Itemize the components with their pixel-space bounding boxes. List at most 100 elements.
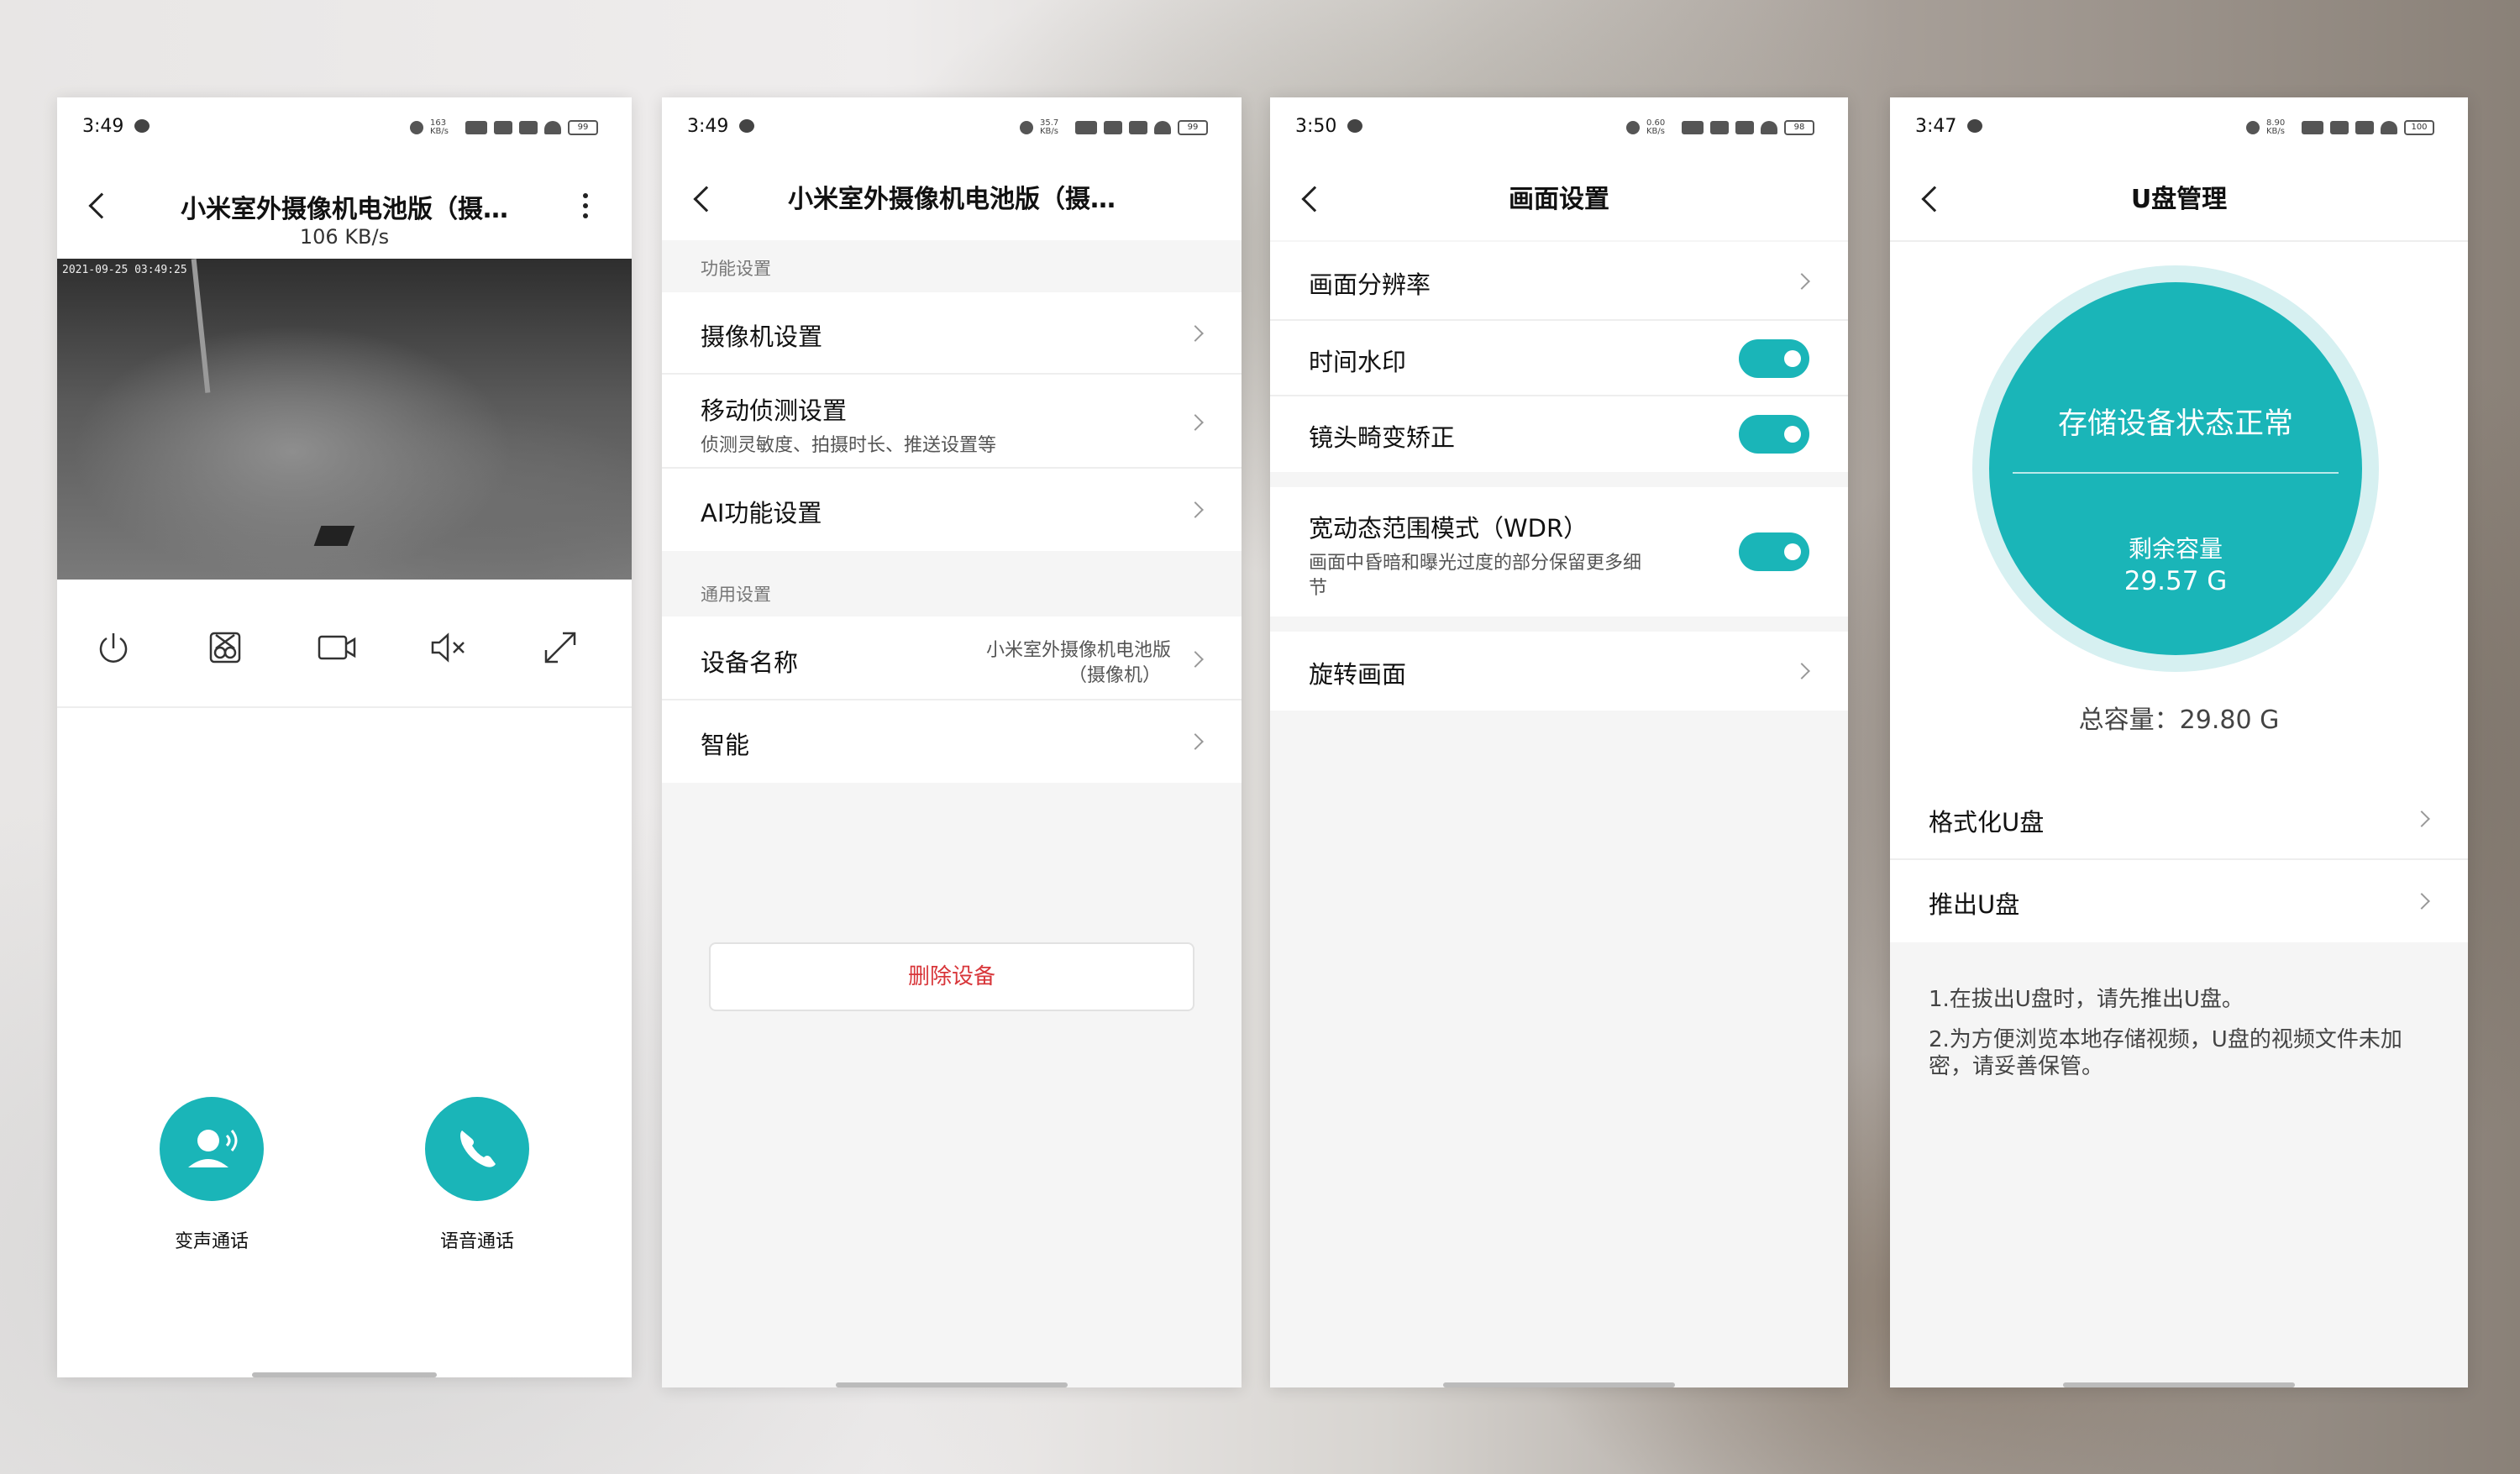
wechat-icon xyxy=(134,119,150,133)
pinwheel-icon[interactable] xyxy=(204,627,246,669)
status-time: 3:50 xyxy=(1295,116,1337,137)
chevron-right-icon xyxy=(1793,273,1810,290)
signal-icon xyxy=(1104,121,1122,134)
total-capacity: 总容量：29.80 G xyxy=(2078,706,2280,735)
section-header: 功能设置 xyxy=(701,259,771,279)
divider xyxy=(57,706,632,708)
wifi-icon xyxy=(1761,121,1777,134)
divider xyxy=(2013,472,2339,474)
motion-detection-row[interactable]: 移动侦测设置 侦测灵敏度、拍摄时长、推送设置等 xyxy=(662,375,1242,469)
motion-detection-label: 移动侦测设置 xyxy=(701,396,848,425)
voice-call-label: 语音通话 xyxy=(439,1231,514,1252)
remaining-capacity-label: 剩余容量 xyxy=(2128,535,2223,563)
camera-settings-label: 摄像机设置 xyxy=(701,323,823,351)
camera-settings-row[interactable]: 摄像机设置 xyxy=(662,292,1242,375)
status-icons: 35.7 KB/s 99 xyxy=(1020,119,1208,136)
chevron-right-icon xyxy=(1187,651,1204,668)
voice-change-icon xyxy=(188,1130,238,1167)
smart-row[interactable]: 智能 xyxy=(662,700,1242,783)
resolution-label: 画面分辨率 xyxy=(1309,270,1431,299)
wifi-icon xyxy=(2381,121,2397,134)
lens-correction-row: 镜头畸变矫正 xyxy=(1270,396,1848,472)
chevron-right-icon xyxy=(1793,663,1810,679)
wifi-icon xyxy=(544,121,561,134)
storage-status-circle: 存储设备状态正常 剩余容量 29.57 G xyxy=(1972,265,2379,672)
signal-icon xyxy=(2330,121,2349,134)
signal-icon xyxy=(1735,121,1754,134)
hd-icon xyxy=(2302,121,2323,134)
signal-icon xyxy=(519,121,538,134)
lens-correction-label: 镜头畸变矫正 xyxy=(1309,423,1456,452)
time-watermark-label: 时间水印 xyxy=(1309,348,1407,376)
eject-usb-label: 推出U盘 xyxy=(1929,890,2020,919)
rotate-label: 旋转画面 xyxy=(1309,660,1407,689)
chevron-right-icon xyxy=(1187,733,1204,750)
video-timestamp: 2021-09-25 03:49:25 xyxy=(62,264,187,276)
time-watermark-toggle[interactable] xyxy=(1739,339,1809,378)
ai-settings-row[interactable]: AI功能设置 xyxy=(662,469,1242,551)
home-indicator xyxy=(1443,1382,1675,1387)
wechat-icon xyxy=(1347,119,1362,133)
wdr-desc: 节 xyxy=(1309,578,1328,599)
page-title: 小米室外摄像机电池版（摄… xyxy=(788,185,1116,214)
camera-drain xyxy=(313,526,355,546)
alarm-icon xyxy=(1020,121,1033,134)
home-indicator xyxy=(252,1372,437,1377)
hd-icon xyxy=(465,121,487,134)
voice-change-call-button[interactable] xyxy=(160,1097,264,1201)
home-indicator xyxy=(2063,1382,2295,1387)
device-name-label: 设备名称 xyxy=(701,648,799,677)
smart-label: 智能 xyxy=(701,731,750,759)
device-name-row[interactable]: 设备名称 小米室外摄像机电池版 （摄像机） xyxy=(662,616,1242,700)
chevron-right-icon xyxy=(2413,893,2430,910)
status-time: 3:49 xyxy=(687,116,729,137)
ai-settings-label: AI功能设置 xyxy=(701,499,822,527)
live-view-screen: 3:49 163 KB/s 99 小米室外摄像机电池版（摄… 106 KB/s … xyxy=(57,97,632,1377)
mute-icon[interactable] xyxy=(428,627,470,669)
device-name-value: （摄像机） xyxy=(1068,665,1161,686)
video-camera-icon[interactable] xyxy=(316,627,358,669)
camera-feed[interactable]: 2021-09-25 03:49:25 xyxy=(57,259,632,580)
status-time: 3:49 xyxy=(82,116,124,137)
delete-device-button[interactable]: 删除设备 xyxy=(709,942,1194,1011)
chevron-right-icon xyxy=(1187,325,1204,342)
hd-icon xyxy=(1682,121,1704,134)
signal-icon xyxy=(2355,121,2374,134)
network-speed: 106 KB/s xyxy=(299,225,390,249)
status-icons: 163 KB/s 99 xyxy=(410,119,598,136)
wdr-toggle[interactable] xyxy=(1739,532,1809,571)
voice-change-label: 变声通话 xyxy=(174,1231,249,1252)
power-icon[interactable] xyxy=(92,627,134,669)
signal-icon xyxy=(1710,121,1729,134)
status-bar: 3:50 0.60 KB/s 98 xyxy=(1270,97,1848,158)
usb-management-screen: 3:47 8.90 KB/s 100 U盘管理 存储设备状态正常 剩余容量 29… xyxy=(1890,97,2468,1387)
chevron-right-icon xyxy=(2413,810,2430,827)
format-usb-label: 格式化U盘 xyxy=(1929,808,2045,837)
section-header: 通用设置 xyxy=(701,585,771,605)
chevron-right-icon xyxy=(1187,501,1204,518)
format-usb-row[interactable]: 格式化U盘 xyxy=(1890,778,2468,860)
network-speed: 8.90 KB/s xyxy=(2266,118,2286,136)
page-title: 画面设置 xyxy=(1509,185,1609,214)
divider xyxy=(1890,240,2468,242)
eject-usb-row[interactable]: 推出U盘 xyxy=(1890,860,2468,942)
battery-icon: 100 xyxy=(2404,120,2434,135)
rotate-row[interactable]: 旋转画面 xyxy=(1270,632,1848,711)
page-title: 小米室外摄像机电池版（摄… xyxy=(181,195,508,224)
usb-note: 2.为方便浏览本地存储视频，U盘的视频文件未加密，请妥善保管。 xyxy=(1929,1027,2402,1079)
lens-correction-toggle[interactable] xyxy=(1739,415,1809,454)
wechat-icon xyxy=(1967,119,1982,133)
device-name-value: 小米室外摄像机电池版 xyxy=(985,640,1171,661)
resolution-row[interactable]: 画面分辨率 xyxy=(1270,242,1848,321)
voice-call-button[interactable] xyxy=(425,1097,529,1201)
fullscreen-icon[interactable] xyxy=(539,627,581,669)
remaining-capacity-value: 29.57 G xyxy=(2124,566,2228,596)
wifi-icon xyxy=(1154,121,1171,134)
status-bar: 3:49 163 KB/s 99 xyxy=(57,97,632,158)
page-title: U盘管理 xyxy=(2130,185,2228,214)
phone-icon xyxy=(460,1130,496,1167)
more-icon[interactable] xyxy=(583,193,588,218)
wechat-icon xyxy=(739,119,754,133)
usb-note: 1.在拔出U盘时，请先推出U盘。 xyxy=(1929,987,2244,1012)
motion-detection-desc: 侦测灵敏度、拍摄时长、推送设置等 xyxy=(701,435,997,456)
